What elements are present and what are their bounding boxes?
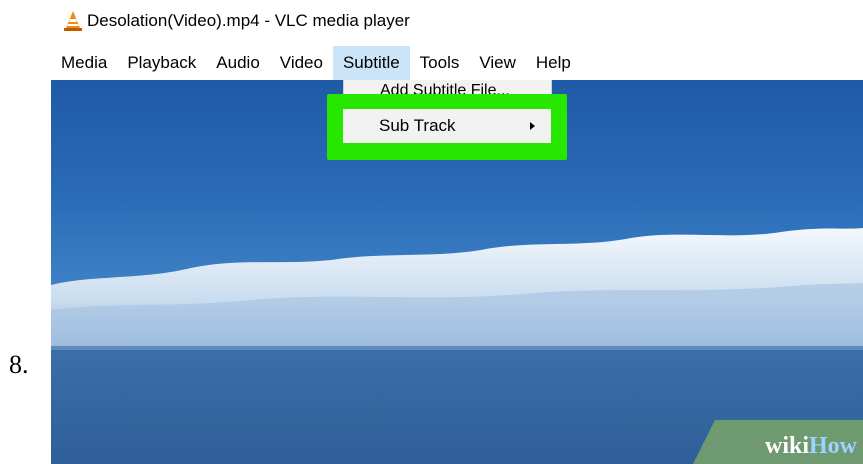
menu-video[interactable]: Video (270, 46, 333, 80)
step-number: 8. (9, 350, 29, 379)
menu-media[interactable]: Media (51, 46, 117, 80)
menu-tools[interactable]: Tools (410, 46, 470, 80)
sub-track-item[interactable]: Sub Track (343, 109, 551, 143)
menu-playback[interactable]: Playback (117, 46, 206, 80)
menu-view[interactable]: View (469, 46, 526, 80)
sub-track-label: Sub Track (379, 116, 456, 135)
menu-help[interactable]: Help (526, 46, 581, 80)
title-bar: Desolation(Video).mp4 - VLC media player (51, 0, 863, 42)
menu-bar: Media Playback Audio Video Subtitle Tool… (51, 46, 863, 80)
menu-audio[interactable]: Audio (206, 46, 269, 80)
submenu-arrow-icon (530, 122, 535, 130)
highlight-box: Sub Track (327, 94, 567, 160)
menu-subtitle[interactable]: Subtitle (332, 46, 410, 80)
watermark-wiki: wiki (764, 433, 809, 459)
vlc-cone-icon (64, 11, 82, 31)
watermark-how: How (809, 433, 857, 459)
wikihow-watermark: wikiHow (693, 420, 863, 464)
vlc-window: Desolation(Video).mp4 - VLC media player… (51, 0, 863, 464)
window-title: Desolation(Video).mp4 - VLC media player (87, 11, 410, 30)
